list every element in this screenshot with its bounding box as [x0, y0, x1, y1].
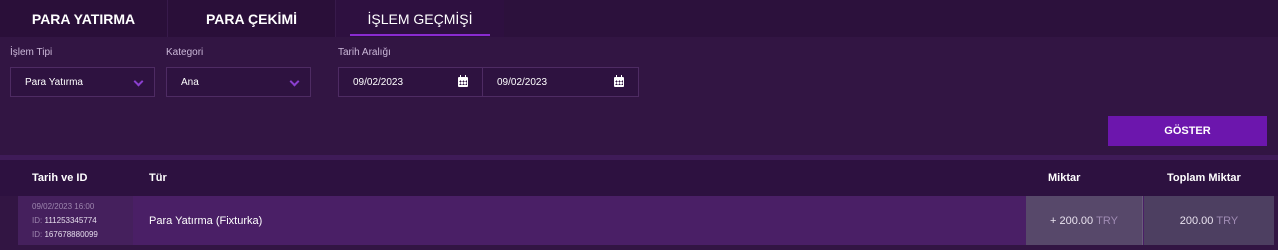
- show-button[interactable]: GÖSTER: [1108, 116, 1267, 146]
- tab-deposit[interactable]: PARA YATIRMA: [0, 0, 168, 37]
- row-total-currency: TRY: [1216, 214, 1239, 227]
- row-date-id-cell: 09/02/2023 16:00 ID: 111253345774 ID: 16…: [18, 196, 133, 245]
- row-datetime: 09/02/2023 16:00: [32, 202, 95, 211]
- date-from-field[interactable]: 09/02/2023: [338, 67, 483, 97]
- row-amount-currency: TRY: [1096, 214, 1118, 227]
- tab-transaction-history-label: İŞLEM GEÇMİŞİ: [367, 10, 473, 27]
- header-date-id: Tarih ve ID: [32, 172, 88, 184]
- row-total: 200.00: [1179, 214, 1214, 227]
- category-value: Ana: [181, 76, 199, 88]
- chevron-down-icon: [133, 76, 144, 87]
- date-to-value: 09/02/2023: [497, 76, 548, 88]
- category-select[interactable]: Ana: [166, 67, 311, 97]
- row-id-2-value: 167678880099: [44, 230, 98, 239]
- date-to-field[interactable]: 09/02/2023: [482, 67, 639, 97]
- calendar-icon[interactable]: [458, 75, 468, 87]
- chevron-down-icon: [289, 76, 300, 87]
- tab-bar: PARA YATIRMA PARA ÇEKİMİ İŞLEM GEÇMİŞİ: [0, 0, 1278, 37]
- table-header: Tarih ve ID Tür Miktar Toplam Miktar: [0, 160, 1278, 196]
- row-type: Para Yatırma (Fixturka): [149, 214, 263, 227]
- transaction-type-label: İşlem Tipi: [10, 47, 53, 58]
- row-id-2-prefix: ID:: [32, 230, 43, 239]
- tab-withdraw[interactable]: PARA ÇEKİMİ: [168, 0, 336, 37]
- header-amount: Miktar: [1048, 172, 1081, 184]
- date-from-value: 09/02/2023: [353, 76, 404, 88]
- transaction-type-select[interactable]: Para Yatırma: [10, 67, 155, 97]
- active-tab-indicator: [350, 34, 490, 36]
- tab-transaction-history[interactable]: İŞLEM GEÇMİŞİ: [336, 0, 504, 37]
- transaction-type-value: Para Yatırma: [25, 76, 83, 88]
- date-range-label: Tarih Aralığı: [338, 47, 391, 58]
- header-total: Toplam Miktar: [1167, 172, 1241, 184]
- row-id-1-prefix: ID:: [32, 216, 43, 225]
- calendar-icon[interactable]: [614, 75, 624, 87]
- header-type: Tür: [149, 172, 167, 184]
- row-amount-cell: + 200.00 TRY: [1026, 196, 1143, 245]
- row-id-1: ID: 111253345774: [32, 216, 97, 225]
- row-id-1-value: 111253345774: [44, 216, 97, 225]
- row-total-cell: 200.00 TRY: [1144, 196, 1274, 245]
- row-amount: + 200.00: [1050, 214, 1094, 227]
- row-id-2: ID: 167678880099: [32, 230, 98, 239]
- table-row[interactable]: 09/02/2023 16:00 ID: 111253345774 ID: 16…: [18, 196, 1274, 245]
- category-label: Kategori: [166, 47, 204, 58]
